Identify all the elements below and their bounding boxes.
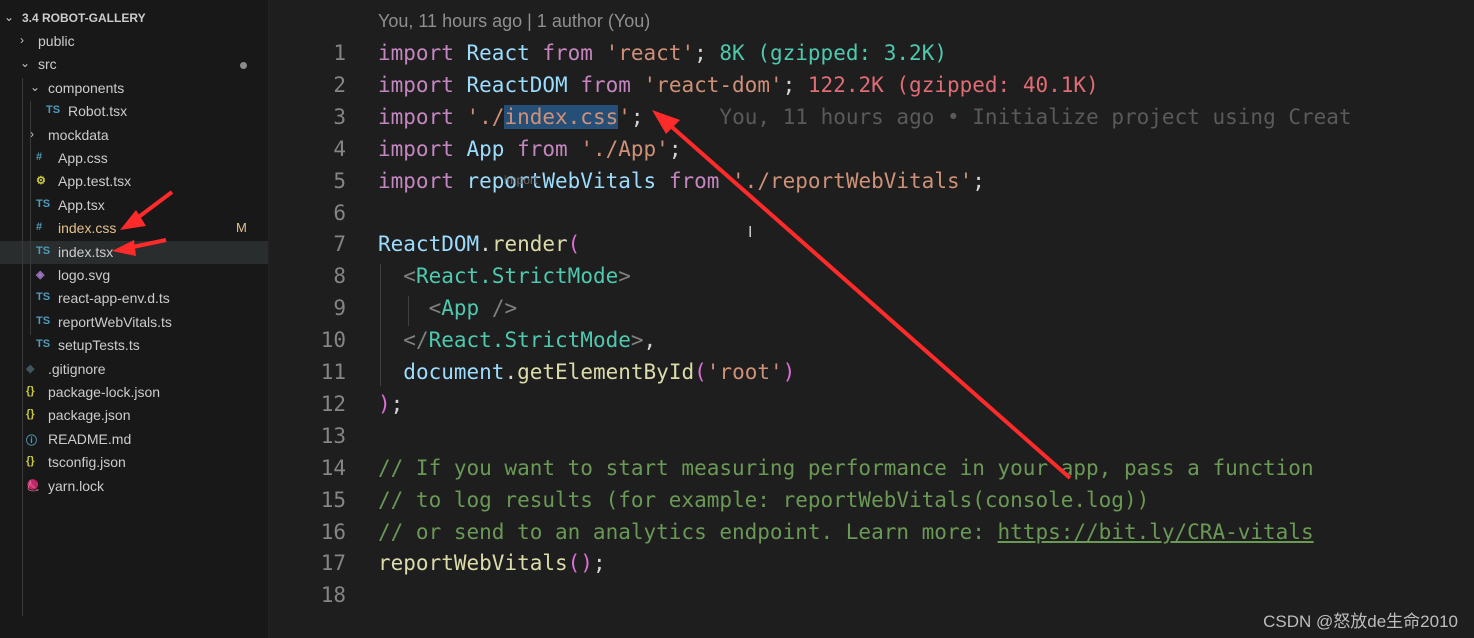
annotation-arrow-head <box>112 240 136 256</box>
watermark: CSDN @怒放de生命2010 <box>1263 612 1458 631</box>
annotation-arrow-line <box>662 118 1072 480</box>
annotation-overlay <box>112 110 1072 480</box>
